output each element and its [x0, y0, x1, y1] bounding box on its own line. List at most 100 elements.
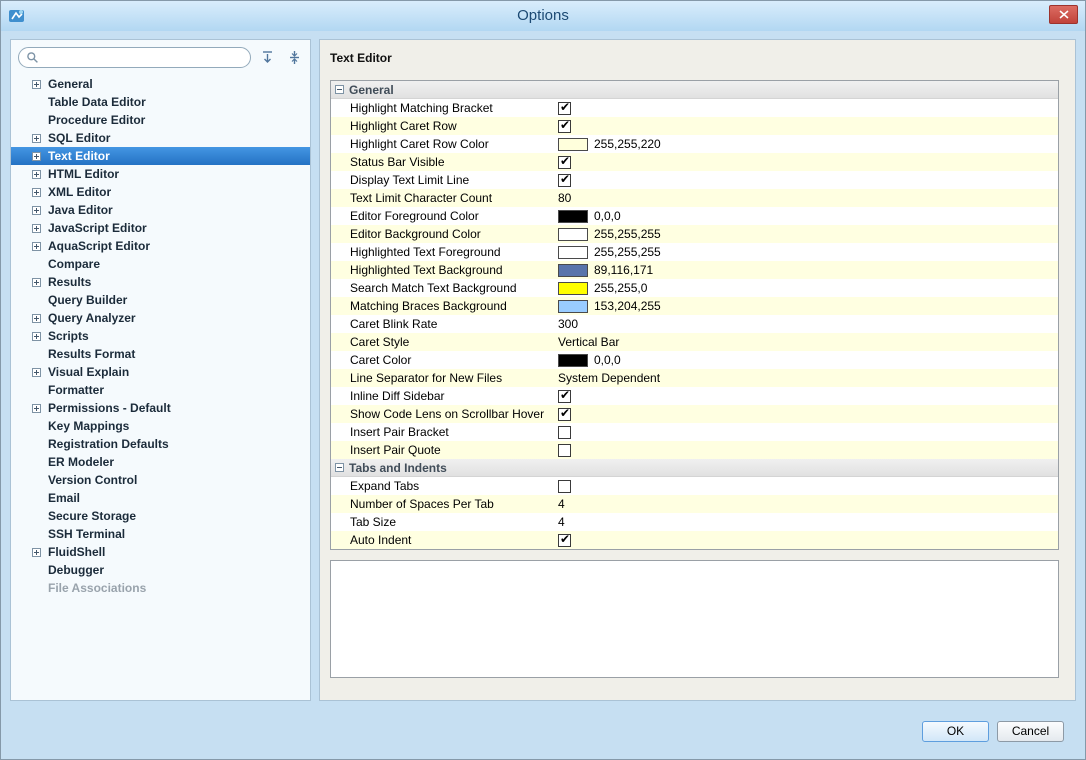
- value-text[interactable]: Vertical Bar: [558, 335, 619, 349]
- checkbox-unchecked[interactable]: [558, 426, 571, 439]
- group-header-tabs-and-indents[interactable]: Tabs and Indents: [331, 459, 1058, 477]
- expand-plus-icon[interactable]: [32, 188, 45, 197]
- plus-box-icon[interactable]: [32, 152, 41, 161]
- color-swatch[interactable]: [558, 300, 588, 313]
- value-text[interactable]: System Dependent: [558, 371, 660, 385]
- plus-box-icon[interactable]: [32, 368, 41, 377]
- expand-plus-icon[interactable]: [32, 368, 45, 377]
- color-swatch[interactable]: [558, 264, 588, 277]
- search-input[interactable]: [43, 49, 242, 66]
- tree-item-formatter[interactable]: Formatter: [11, 381, 310, 399]
- value-text[interactable]: 89,116,171: [594, 263, 653, 277]
- tree-item-version-control[interactable]: Version Control: [11, 471, 310, 489]
- checkbox-unchecked[interactable]: [558, 444, 571, 457]
- tree-item-aquascript-editor[interactable]: AquaScript Editor: [11, 237, 310, 255]
- tree-item-visual-explain[interactable]: Visual Explain: [11, 363, 310, 381]
- titlebar[interactable]: Options: [1, 1, 1085, 31]
- checkbox-checked[interactable]: ✔: [558, 174, 571, 187]
- cancel-button[interactable]: Cancel: [997, 721, 1064, 742]
- value-text[interactable]: 0,0,0: [594, 209, 621, 223]
- plus-box-icon[interactable]: [32, 278, 41, 287]
- checkbox-checked[interactable]: ✔: [558, 534, 571, 547]
- value-text[interactable]: 4: [558, 515, 565, 529]
- value-text[interactable]: 300: [558, 317, 578, 331]
- expand-plus-icon[interactable]: [32, 134, 45, 143]
- expand-all-button[interactable]: [256, 48, 279, 68]
- plus-box-icon[interactable]: [32, 170, 41, 179]
- plus-box-icon[interactable]: [32, 242, 41, 251]
- tree-item-debugger[interactable]: Debugger: [11, 561, 310, 579]
- checkbox-checked[interactable]: ✔: [558, 390, 571, 403]
- tree-item-fluidshell[interactable]: FluidShell: [11, 543, 310, 561]
- plus-box-icon[interactable]: [32, 206, 41, 215]
- color-swatch[interactable]: [558, 210, 588, 223]
- checkbox-checked[interactable]: ✔: [558, 408, 571, 421]
- tree-item-scripts[interactable]: Scripts: [11, 327, 310, 345]
- tree-item-permissions-default[interactable]: Permissions - Default: [11, 399, 310, 417]
- plus-box-icon[interactable]: [32, 134, 41, 143]
- plus-box-icon[interactable]: [32, 314, 41, 323]
- tree-item-email[interactable]: Email: [11, 489, 310, 507]
- tree-item-sql-editor[interactable]: SQL Editor: [11, 129, 310, 147]
- tree-item-javascript-editor[interactable]: JavaScript Editor: [11, 219, 310, 237]
- tree-item-results[interactable]: Results: [11, 273, 310, 291]
- expand-plus-icon[interactable]: [32, 206, 45, 215]
- expand-plus-icon[interactable]: [32, 314, 45, 323]
- plus-box-icon[interactable]: [32, 332, 41, 341]
- checkbox-checked[interactable]: ✔: [558, 120, 571, 133]
- collapse-minus-icon[interactable]: [335, 85, 344, 94]
- value-text[interactable]: 153,204,255: [594, 299, 661, 313]
- close-button[interactable]: [1049, 5, 1078, 24]
- expand-plus-icon[interactable]: [32, 278, 45, 287]
- expand-plus-icon[interactable]: [32, 224, 45, 233]
- tree-item-procedure-editor[interactable]: Procedure Editor: [11, 111, 310, 129]
- tree-item-text-editor[interactable]: Text Editor: [11, 147, 310, 165]
- color-swatch[interactable]: [558, 282, 588, 295]
- plus-box-icon[interactable]: [32, 404, 41, 413]
- checkbox-checked[interactable]: ✔: [558, 102, 571, 115]
- tree-item-key-mappings[interactable]: Key Mappings: [11, 417, 310, 435]
- tree-item-registration-defaults[interactable]: Registration Defaults: [11, 435, 310, 453]
- expand-plus-icon[interactable]: [32, 404, 45, 413]
- value-text[interactable]: 4: [558, 497, 565, 511]
- expand-plus-icon[interactable]: [32, 242, 45, 251]
- tree-item-java-editor[interactable]: Java Editor: [11, 201, 310, 219]
- tree-item-results-format[interactable]: Results Format: [11, 345, 310, 363]
- plus-box-icon[interactable]: [32, 80, 41, 89]
- tree-item-secure-storage[interactable]: Secure Storage: [11, 507, 310, 525]
- group-header-general[interactable]: General: [331, 81, 1058, 99]
- plus-box-icon[interactable]: [32, 224, 41, 233]
- value-text[interactable]: 255,255,220: [594, 137, 661, 151]
- color-swatch[interactable]: [558, 354, 588, 367]
- tree-item-query-analyzer[interactable]: Query Analyzer: [11, 309, 310, 327]
- value-text[interactable]: 255,255,0: [594, 281, 647, 295]
- expand-plus-icon[interactable]: [32, 170, 45, 179]
- value-text[interactable]: 255,255,255: [594, 245, 661, 259]
- tree-item-general[interactable]: General: [11, 75, 310, 93]
- tree-item-html-editor[interactable]: HTML Editor: [11, 165, 310, 183]
- collapse-minus-icon[interactable]: [335, 463, 344, 472]
- expand-plus-icon[interactable]: [32, 80, 45, 89]
- expand-plus-icon[interactable]: [32, 548, 45, 557]
- tree-item-compare[interactable]: Compare: [11, 255, 310, 273]
- tree-item-table-data-editor[interactable]: Table Data Editor: [11, 93, 310, 111]
- tree-item-er-modeler[interactable]: ER Modeler: [11, 453, 310, 471]
- ok-button[interactable]: OK: [922, 721, 989, 742]
- plus-box-icon[interactable]: [32, 188, 41, 197]
- value-text[interactable]: 255,255,255: [594, 227, 661, 241]
- value-text[interactable]: 0,0,0: [594, 353, 621, 367]
- tree-item-query-builder[interactable]: Query Builder: [11, 291, 310, 309]
- checkbox-checked[interactable]: ✔: [558, 156, 571, 169]
- checkbox-unchecked[interactable]: [558, 480, 571, 493]
- plus-box-icon[interactable]: [32, 548, 41, 557]
- value-text[interactable]: 80: [558, 191, 571, 205]
- collapse-all-button[interactable]: [284, 48, 307, 68]
- color-swatch[interactable]: [558, 138, 588, 151]
- tree-item-ssh-terminal[interactable]: SSH Terminal: [11, 525, 310, 543]
- search-box[interactable]: [18, 47, 251, 68]
- color-swatch[interactable]: [558, 228, 588, 241]
- expand-plus-icon[interactable]: [32, 332, 45, 341]
- expand-plus-icon[interactable]: [32, 152, 45, 161]
- color-swatch[interactable]: [558, 246, 588, 259]
- tree-item-xml-editor[interactable]: XML Editor: [11, 183, 310, 201]
